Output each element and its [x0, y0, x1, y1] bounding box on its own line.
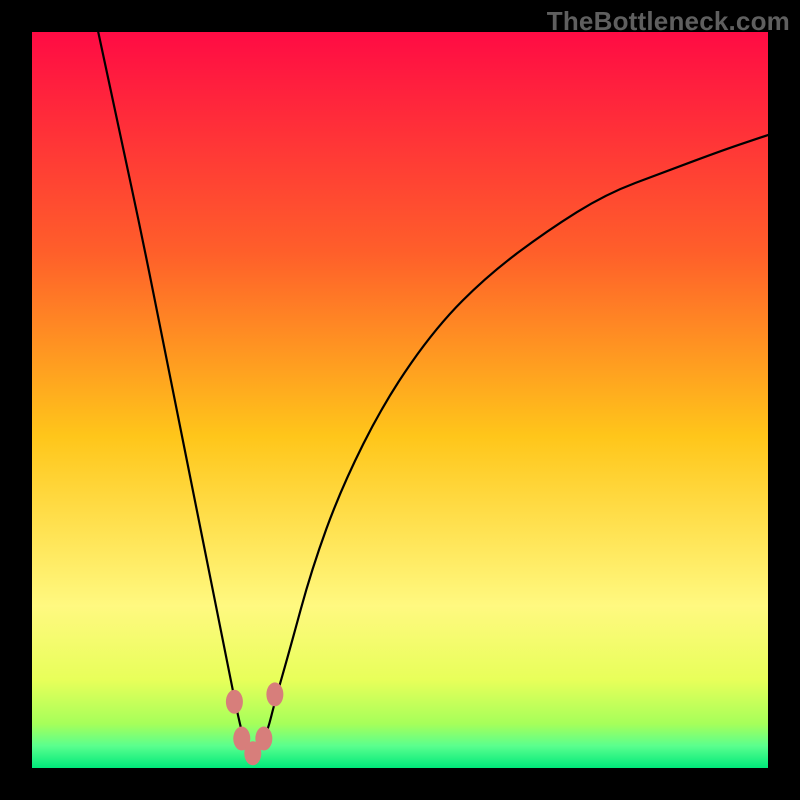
minimum-marker [266, 682, 283, 706]
chart-svg [32, 32, 768, 768]
minimum-marker [255, 727, 272, 751]
minimum-marker [226, 690, 243, 714]
plot-area [32, 32, 768, 768]
gradient-background [32, 32, 768, 768]
chart-frame: TheBottleneck.com [0, 0, 800, 800]
